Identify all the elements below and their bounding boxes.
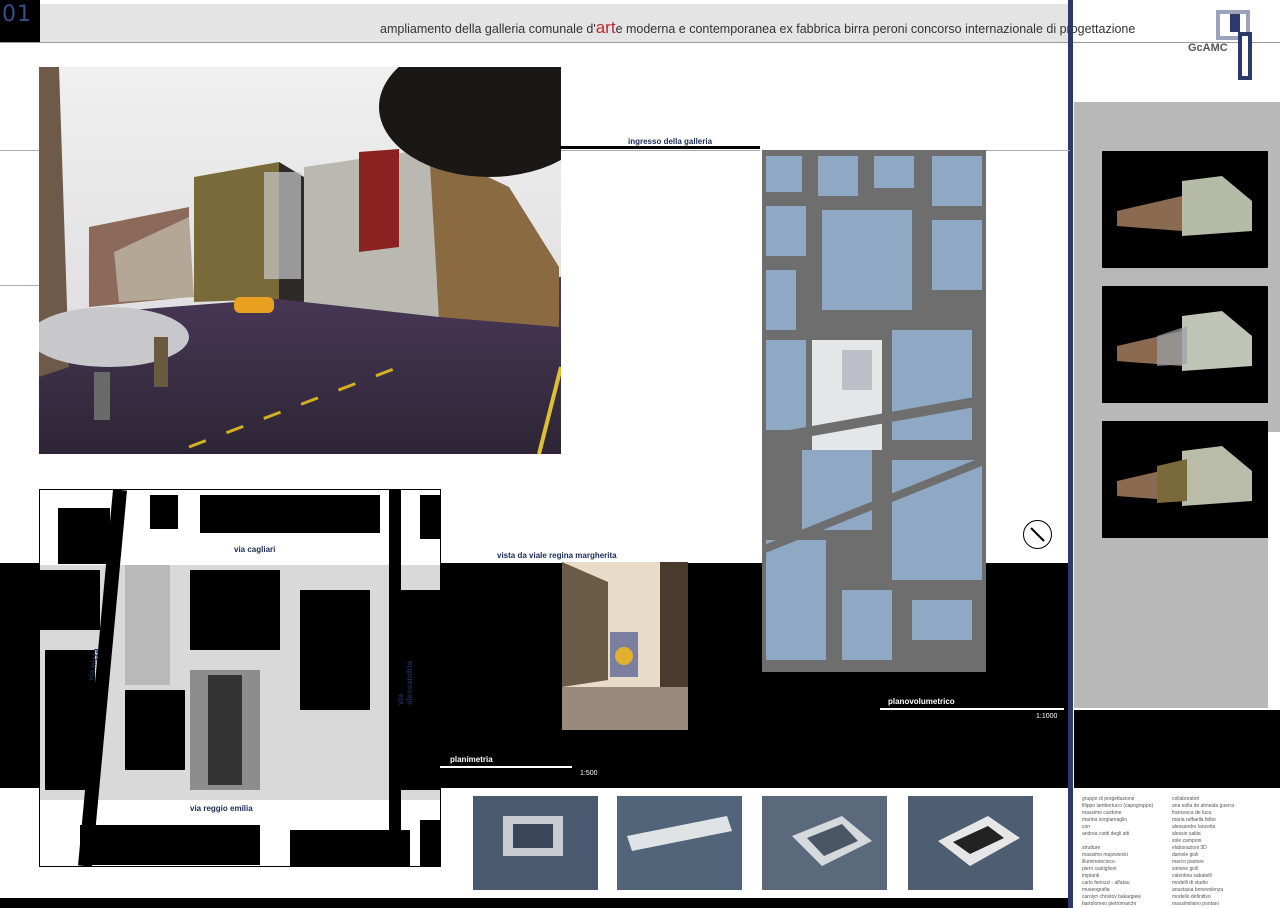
- sheet-number-box: 01: [0, 0, 40, 42]
- title-after: e moderna e contemporanea ex fabbrica bi…: [615, 22, 1136, 36]
- model-render-1: [1102, 151, 1268, 268]
- planimetria-underline: [440, 766, 572, 768]
- title-before: ampliamento della galleria comunale d': [380, 22, 596, 36]
- sheet-number: 01: [2, 2, 32, 27]
- aerial-render-3: [762, 796, 887, 890]
- guide-line: [560, 150, 760, 151]
- view-label: vista da viale regina margherita: [497, 551, 617, 560]
- model-render-3: [1102, 421, 1268, 538]
- credits-column-1: gruppo di progettazione filippo lambertu…: [1082, 796, 1154, 907]
- site-plan-drawing: via cagliari via nizza via alessandria v…: [39, 489, 441, 867]
- guide-line: [0, 285, 40, 286]
- title-accent: art: [595, 18, 616, 37]
- planovolumetrico-label: planovolumetrico: [888, 697, 955, 706]
- planovolumetrico-scale: 1:1000: [1036, 713, 1058, 720]
- aerial-render-2: [617, 796, 742, 890]
- planimetria-scale: 1:500: [580, 770, 598, 777]
- entrance-underline: [560, 146, 760, 149]
- guide-line: [0, 150, 40, 151]
- navy-divider: [1068, 0, 1073, 908]
- guide-line: [986, 150, 1070, 151]
- page-title: ampliamento della galleria comunale d'ar…: [380, 18, 1135, 38]
- black-band-right: [1074, 710, 1280, 788]
- entrance-label: ingresso della galleria: [628, 137, 713, 146]
- planimetria-label: planimetria: [450, 755, 493, 764]
- logo: GcAMC: [1176, 4, 1276, 82]
- right-white-strip: [1268, 432, 1280, 708]
- street-label-cagliari: via cagliari: [234, 545, 276, 554]
- logo-text: GcAMC: [1188, 42, 1228, 54]
- bottom-black-bar: [0, 898, 1068, 908]
- model-render-2: [1102, 286, 1268, 403]
- planovolumetric-map: [762, 150, 986, 672]
- header-bottom-line: [0, 42, 1280, 43]
- credits-column-2: collaboratori ana sofia de almeida guerr…: [1172, 796, 1234, 907]
- planovolumetrico-underline: [880, 708, 1064, 710]
- street-photo-image: [562, 562, 688, 730]
- aerial-render-4: [908, 796, 1033, 890]
- street-label-reggio-emilia: via reggio emilia: [190, 804, 253, 813]
- street-label-alessandria: via alessandria: [396, 660, 414, 705]
- aerial-render-1: [473, 796, 598, 890]
- street-render-image: [39, 67, 561, 454]
- north-arrow-icon: [1023, 520, 1052, 549]
